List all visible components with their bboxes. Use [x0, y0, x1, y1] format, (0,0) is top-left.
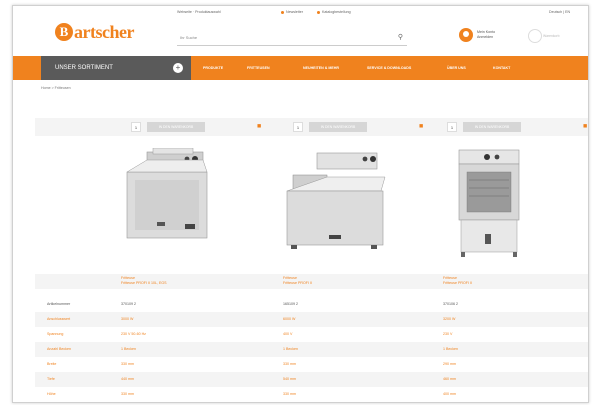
add-to-cart-button[interactable]: IN DEN WARENKORB [147, 122, 205, 132]
row-label: Tiefe [47, 377, 55, 381]
table-cell: 370106 2 [443, 302, 458, 306]
search-input[interactable]: Ihr Suche ⚲ [177, 30, 407, 46]
dot-icon [317, 10, 320, 14]
brand-logo-mark: B [55, 23, 73, 41]
table-cell: 400 mm [443, 392, 456, 396]
remove-icon[interactable]: ■ [583, 123, 587, 130]
nav-item-3[interactable]: NEUHEITEN & MEHR [303, 66, 339, 70]
compare-slot-2: 1 IN DEN WARENKORB ■ [293, 122, 443, 132]
quantity-field[interactable]: 1 [293, 122, 303, 132]
add-to-cart-button[interactable]: IN DEN WARENKORB [309, 122, 367, 132]
table-cell: 540 mm [283, 377, 296, 381]
table-cell: 1 Becken [121, 347, 136, 351]
account-line2: Anmelden [477, 35, 494, 39]
table-row: Anschlusswert 3000 W 6000 W 3200 W [35, 312, 588, 327]
catalog-link[interactable]: Katalogbestellung [317, 10, 351, 14]
table-cell: 230 V [443, 332, 453, 336]
user-icon [459, 28, 473, 42]
table-row-title: Fritteuse Fritteuse PROFI II 10L, EGS Fri… [35, 274, 588, 289]
product-title-1[interactable]: Fritteuse Fritteuse PROFI II 10L, EGS [121, 276, 167, 286]
search-placeholder: Ihr Suche [180, 35, 198, 40]
table-cell: 440 mm [121, 377, 134, 381]
table-cell: 330 mm [121, 392, 134, 396]
main-navigation: UNSER SORTIMENT + PRODUKTE FRITTEUSEN NE… [13, 56, 588, 80]
product-title-2[interactable]: Fritteuse Fritteuse PROFI II [283, 276, 312, 286]
quantity-field[interactable]: 1 [131, 122, 141, 132]
table-row: Breite 330 mm 330 mm 290 mm [35, 357, 588, 372]
table-row: Spannung 230 V 50-60 Hz 400 V 230 V [35, 327, 588, 342]
table-cell: 290 mm [443, 362, 456, 366]
compare-bar: 1 IN DEN WARENKORB ■ 1 IN DEN WARENKORB … [35, 118, 588, 136]
product-image-fryer-3[interactable] [451, 146, 527, 258]
table-cell: 1 Becken [443, 347, 458, 351]
compare-slot-3: 1 IN DEN WARENKORB ■ [447, 122, 588, 132]
language-switch[interactable]: Deutsch | EN [549, 10, 570, 14]
table-cell: 3200 W [443, 317, 456, 321]
product-image-fryer-1[interactable] [117, 148, 213, 248]
table-cell: 6000 W [283, 317, 296, 321]
dot-icon [281, 10, 284, 14]
plus-icon: + [173, 63, 183, 73]
quantity-field[interactable]: 1 [447, 122, 457, 132]
breadcrumb[interactable]: Home > Fritteusen [41, 86, 71, 90]
row-label: Höhe [47, 392, 56, 396]
nav-item-4[interactable]: SERVICE & DOWNLOADS [367, 66, 411, 70]
table-cell: 370109 2 [121, 302, 136, 306]
nav-item-6[interactable]: KONTAKT [493, 66, 510, 70]
search-icon[interactable]: ⚲ [398, 33, 403, 41]
remove-icon[interactable]: ■ [257, 123, 261, 130]
table-cell: 165109 2 [283, 302, 298, 306]
table-cell: 330 mm [121, 362, 134, 366]
brand-logo-text: artscher [74, 21, 134, 42]
table-cell: 3000 W [121, 317, 134, 321]
row-label: Breite [47, 362, 57, 366]
table-cell: 230 V 50-60 Hz [121, 332, 146, 336]
account-button[interactable]: Mein Konto Anmelden [459, 28, 495, 42]
table-cell: 1 Becken [283, 347, 298, 351]
table-row: Anzahl Becken 1 Becken 1 Becken 1 Becken [35, 342, 588, 357]
table-row: Artikelnummer 370109 2 165109 2 370106 2 [35, 297, 588, 312]
table-cell: 330 mm [283, 362, 296, 366]
add-to-cart-button[interactable]: IN DEN WARENKORB [463, 122, 521, 132]
row-label: Artikelnummer [47, 302, 71, 306]
product-title-3[interactable]: Fritteuse Fritteuse PROFI II [443, 276, 472, 286]
row-label: Anzahl Becken [47, 347, 71, 351]
row-label: Spannung [47, 332, 64, 336]
cart-label[interactable]: Warenkorb [543, 34, 559, 38]
table-cell: 460 mm [443, 377, 456, 381]
nav-item-1[interactable]: PRODUKTE [203, 66, 223, 70]
table-cell: 400 V [283, 332, 293, 336]
compare-slot-1: 1 IN DEN WARENKORB ■ [131, 122, 281, 132]
browser-frame: Webseite · Produktauswahl Newsletter Kat… [12, 5, 589, 403]
top-utility-bar: Webseite · Produktauswahl Newsletter Kat… [13, 6, 588, 18]
sortiment-button[interactable]: UNSER SORTIMENT + [41, 56, 191, 80]
nav-item-5[interactable]: ÜBER UNS [447, 66, 466, 70]
row-label: Anschlusswert [47, 317, 71, 321]
product-image-fryer-2[interactable] [281, 151, 389, 251]
table-cell: 330 mm [283, 392, 296, 396]
table-row: Höhe 330 mm 330 mm 400 mm [35, 387, 588, 402]
nav-item-2[interactable]: FRITTEUSEN [247, 66, 270, 70]
brand-logo[interactable]: B artscher [55, 20, 134, 44]
top-left-text: Webseite · Produktauswahl [177, 10, 221, 14]
table-row: Tiefe 440 mm 540 mm 460 mm [35, 372, 588, 387]
remove-icon[interactable]: ■ [419, 123, 423, 130]
cart-icon[interactable] [528, 29, 542, 43]
newsletter-link[interactable]: Newsletter [281, 10, 303, 14]
